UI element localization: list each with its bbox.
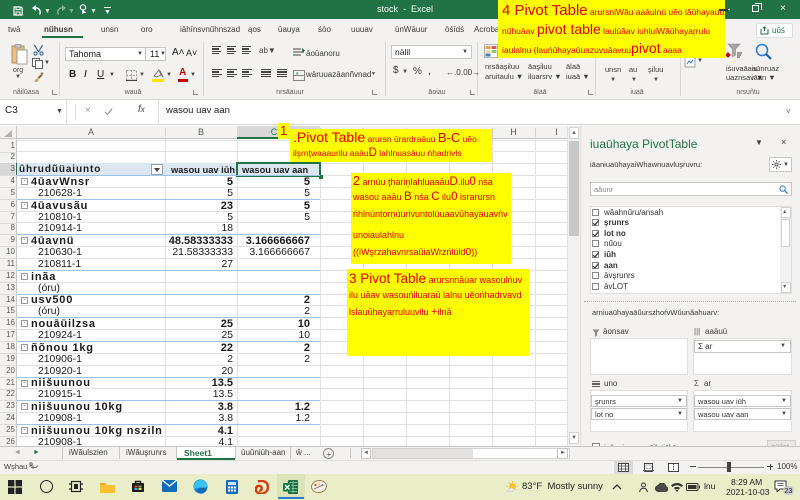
- svg-text:a: a: [296, 71, 299, 76]
